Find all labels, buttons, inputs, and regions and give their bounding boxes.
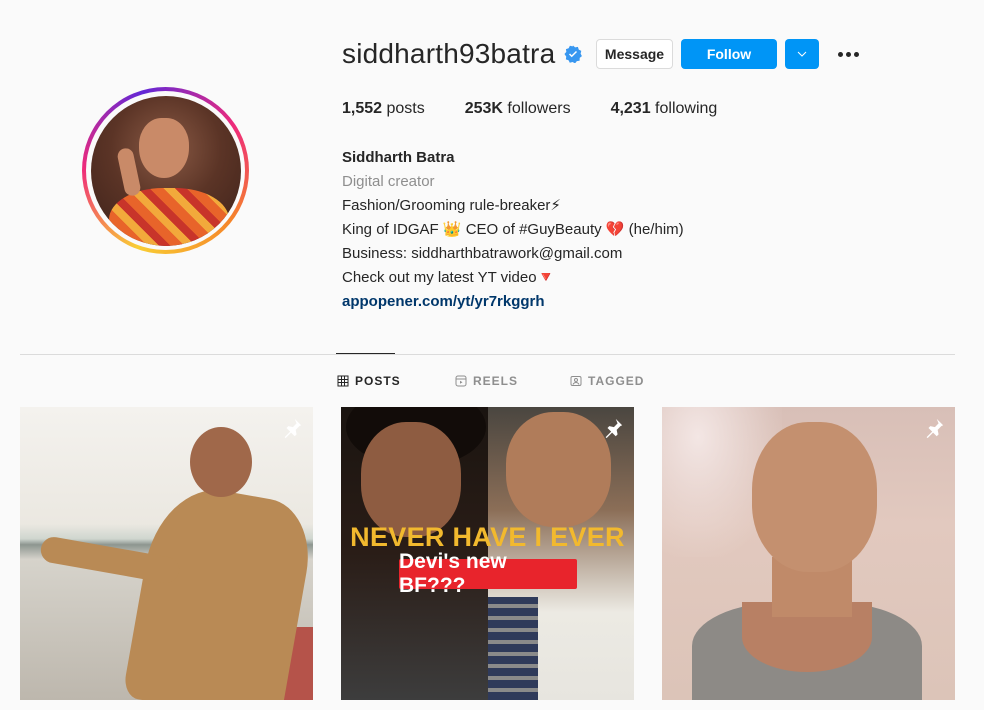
profile-stats: 1,552 posts 253K followers 4,231 followi… [342,100,757,118]
username-row: siddharth93batra [342,38,583,70]
profile-avatar-ring[interactable] [82,87,249,254]
post-subhead-label: Devi's new BF??? [399,550,577,597]
tab-tagged[interactable]: TAGGED [570,374,644,388]
pinned-post-icon [605,418,623,439]
post-tile[interactable] [20,407,313,700]
tab-posts[interactable]: POSTS [337,374,401,388]
avatar[interactable] [90,95,241,246]
tab-tagged-label: TAGGED [588,374,645,388]
post-image-detail [752,422,877,572]
posts-count-label: posts [382,100,425,117]
post-image-detail [361,422,461,537]
chevron-down-icon [797,51,807,57]
post-image-detail [190,427,252,497]
avatar-gap [86,91,245,250]
bio-line: Check out my latest YT video🔻 [342,269,556,286]
dot-icon [845,51,851,57]
posts-count-value: 1,552 [342,100,383,117]
following-count-label: following [650,100,718,117]
post-headline-text: NEVER HAVE I EVER [350,522,625,552]
post-tile[interactable] [662,407,955,700]
category-label: Digital creator [342,173,435,190]
tabs-divider [20,354,955,355]
active-tab-indicator [336,353,395,354]
bio-line: Fashion/Grooming rule-breaker⚡ [342,197,561,214]
message-button[interactable]: Message [596,39,673,69]
following-count-value: 4,231 [610,100,651,117]
display-name: Siddharth Batra [342,149,455,166]
bio-line: Business: siddharthbatrawork@gmail.com [342,245,623,262]
post-image-detail [506,412,611,527]
grid-icon [337,375,349,387]
bio-line: King of IDGAF 👑 CEO of #GuyBeauty 💔 (he/… [342,221,684,238]
avatar-shirt [108,187,229,246]
post-image-detail [122,479,313,700]
post-image-detail [488,597,538,700]
pinned-post-icon [926,418,944,439]
avatar-hand [115,146,142,197]
posts-count: 1,552 posts [342,100,425,118]
follow-button[interactable]: Follow [681,39,777,69]
following-link[interactable]: 4,231 following [611,100,718,118]
tagged-icon [570,376,582,386]
reels-icon [455,375,467,387]
followers-count-label: followers [502,100,571,117]
avatar-face [138,117,189,178]
post-tile[interactable]: NEVER HAVE I EVER Devi's new BF??? [341,407,634,700]
bio-link[interactable]: appopener.com/yt/yr7rkggrh [342,290,684,314]
profile-bio: Siddharth Batra Digital creator Fashion/… [342,146,684,314]
tab-reels[interactable]: REELS [455,374,518,388]
followers-link[interactable]: 253K followers [465,100,571,118]
tab-posts-label: POSTS [355,374,401,388]
pinned-post-icon [284,418,302,439]
followers-count-value: 253K [464,100,503,117]
tab-reels-label: REELS [473,374,519,388]
verified-badge-icon [564,45,583,63]
suggested-accounts-button[interactable] [785,39,819,69]
dot-icon [853,51,859,57]
username: siddharth93batra [342,38,556,69]
more-options-button[interactable] [834,44,862,64]
dot-icon [837,51,843,57]
